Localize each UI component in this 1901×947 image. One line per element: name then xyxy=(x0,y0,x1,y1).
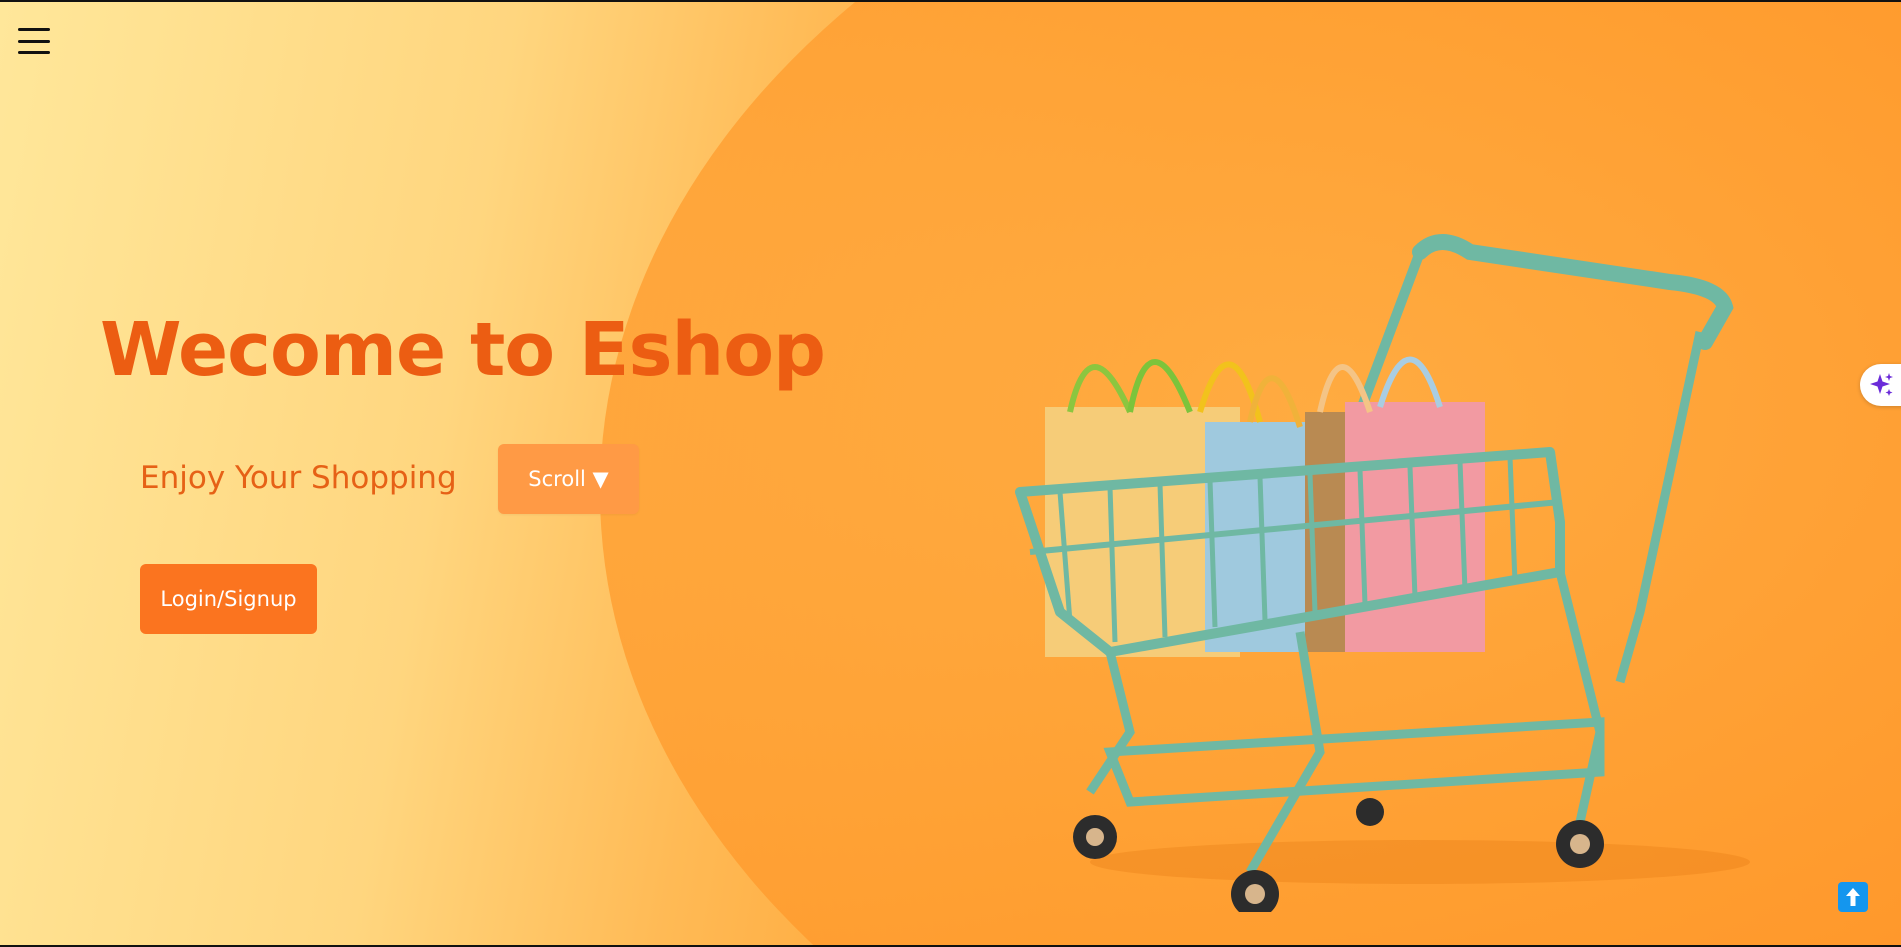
hamburger-menu-icon[interactable] xyxy=(18,28,50,54)
hero-title: Wecome to Eshop xyxy=(100,307,826,393)
menu-line xyxy=(18,51,50,54)
scroll-button[interactable]: Scroll ▼ xyxy=(498,444,639,514)
login-signup-button[interactable]: Login/Signup xyxy=(140,564,317,634)
shopping-cart-illustration xyxy=(1015,234,1750,912)
ai-assistant-tab[interactable] xyxy=(1860,364,1901,406)
menu-line xyxy=(18,39,50,43)
hero-section: Wecome to Eshop Enjoy Your Shopping Scro… xyxy=(0,2,1901,945)
sparkle-icon xyxy=(1870,373,1893,396)
back-to-top-button[interactable] xyxy=(1838,882,1868,912)
arrow-up-icon xyxy=(1846,888,1860,906)
menu-line xyxy=(18,28,50,31)
hero-subtitle: Enjoy Your Shopping xyxy=(140,460,457,496)
